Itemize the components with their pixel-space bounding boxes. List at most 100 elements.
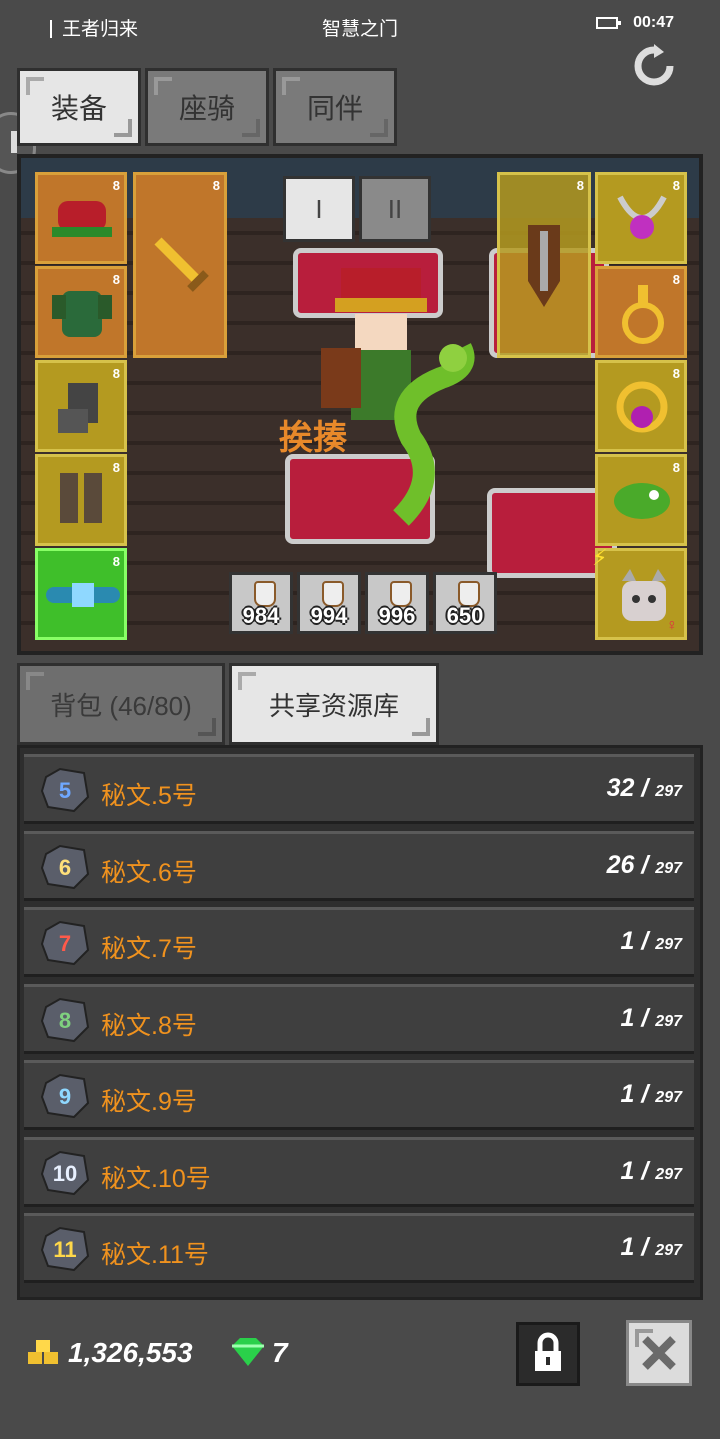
slot-companion[interactable]: ⚡ ♀ [592,545,687,640]
slot-armor-lock: 8 [112,272,120,287]
slot-earring[interactable]: 8 [595,266,687,358]
tab-companion[interactable]: 同伴 [273,68,397,146]
resource-row[interactable]: 7 秘文.7号 1 / 297 [24,907,694,977]
green-gem-icon [232,1338,264,1366]
resource-name: 秘文.5号 [101,782,197,810]
resource-count-value: 1 [620,927,635,955]
rune-number: 6 [59,855,71,880]
rune-number: 10 [53,1161,77,1186]
resource-row[interactable]: 10 秘文.10号 1 / 297 [24,1136,694,1207]
tab-equipment-label: 装备 [50,93,107,124]
slot-gloves[interactable]: 8 [35,360,127,452]
slot-ring[interactable]: 8 [595,360,687,452]
necklace-icon [617,195,667,239]
resource-count-max: 297 [655,783,682,800]
slot-belt[interactable]: 8 [35,548,127,640]
status-time: 00:47 [633,14,674,31]
cat-companion-icon [622,569,666,621]
potion-count-2: 994 [310,603,348,628]
resource-count-value: 26 [606,850,635,879]
lightning-icon: ⚡ [592,545,608,570]
slot-earring-lock: 8 [672,272,680,287]
page-two-button[interactable]: II [359,176,431,242]
rune-number: 11 [53,1237,76,1262]
potion-count-3: 996 [378,603,416,628]
female-symbol-icon: ♀ [666,617,678,634]
slot-boots-lock: 8 [112,460,120,475]
rune-stone-icon: 10 [40,1150,90,1195]
page-one-button[interactable]: I [283,176,355,242]
slot-armor[interactable]: 8 [35,266,127,358]
rune-stone-icon: 5 [40,767,90,813]
resource-count-value: 1 [620,1080,635,1108]
resource-count-value: 1 [620,1233,635,1261]
tab-equipment[interactable]: 装备 [17,68,141,146]
resource-list[interactable]: 5 秘文.5号 32 / 297 6 秘文.6号 26 / 297 7 秘文.7号 1 / 29… [17,745,703,1300]
gem-display: 7 [228,1336,288,1369]
resource-count: 26 / 297 [606,850,682,879]
resource-count-value: 32 [606,774,635,802]
refresh-icon[interactable] [630,44,678,88]
resource-count-value: 1 [620,1003,635,1032]
gold-coins-icon [28,1340,58,1364]
earring-icon [622,285,664,344]
resource-name: 秘文.10号 [101,1164,211,1193]
battery-icon [596,17,621,29]
tab-mount[interactable]: 座骑 [145,68,269,146]
sword-icon [154,237,209,292]
slot-ring-lock: 8 [672,366,680,381]
lock-button[interactable] [516,1322,580,1386]
rune-number: 5 [59,778,71,803]
resource-row[interactable]: 6 秘文.6号 26 / 297 [24,830,694,901]
resource-name: 秘文.8号 [101,1011,197,1040]
potion-slot-4[interactable]: 650 [433,572,497,634]
ring-icon [616,381,668,433]
gold-amount: 1,326,553 [68,1337,193,1368]
tab-backpack-label: 背包 (46/80) [50,690,192,721]
rune-stone-icon: 8 [40,997,90,1042]
potion-slot-3[interactable]: 996 [365,572,429,634]
slot-belt-lock: 8 [112,554,120,569]
damage-float-text: 挨揍 [279,419,347,457]
tab-backpack[interactable]: 背包 (46/80) [17,663,225,745]
slot-necklace[interactable]: 8 [595,172,687,264]
slot-shield[interactable]: 8 [497,172,591,358]
rune-number: 7 [59,931,71,956]
slot-helmet[interactable]: 8 [35,172,127,264]
resource-count-max: 297 [655,1165,682,1183]
resource-name: 秘文.7号 [101,935,197,963]
slot-weapon[interactable]: 8 [133,172,227,358]
resource-count-max: 297 [655,1242,682,1259]
slot-gloves-lock: 8 [112,366,120,381]
rune-stone-icon: 6 [40,844,90,889]
rune-number: 8 [59,1008,71,1033]
resource-name: 秘文.9号 [101,1088,197,1116]
resource-count-value: 1 [620,1156,635,1185]
resource-count-max: 297 [655,859,682,877]
rune-number: 9 [59,1084,71,1109]
belt-icon [46,583,120,607]
resource-count-max: 297 [655,1012,682,1030]
resource-count-max: 297 [655,1089,682,1106]
rune-stone-icon: 9 [40,1073,90,1119]
shield-icon [528,225,560,307]
resource-count-max: 297 [655,936,682,953]
resource-row[interactable]: 8 秘文.8号 1 / 297 [24,983,694,1054]
close-button[interactable] [626,1320,692,1386]
resource-row[interactable]: 11 秘文.11号 1 / 297 [24,1213,694,1283]
potion-slot-2[interactable]: 994 [297,572,361,634]
rune-stone-icon: 7 [40,920,90,966]
slot-pet[interactable]: 8 [595,454,687,546]
tab-shared-resources[interactable]: 共享资源库 [229,663,439,745]
status-bar: 王者归来 智慧之门 00:47 [0,0,720,50]
resource-row[interactable]: 9 秘文.9号 1 / 297 [24,1060,694,1130]
resource-count: 1 / 297 [620,1233,682,1261]
serpent-pet [392,343,475,526]
slot-boots[interactable]: 8 [35,454,127,546]
padlock-icon [535,1332,561,1371]
rune-stone-icon: 11 [40,1226,90,1272]
page-one-label: I [315,193,323,224]
slot-weapon-lock: 8 [212,178,220,193]
potion-slot-1[interactable]: 984 [229,572,293,634]
resource-row[interactable]: 5 秘文.5号 32 / 297 [24,754,694,824]
